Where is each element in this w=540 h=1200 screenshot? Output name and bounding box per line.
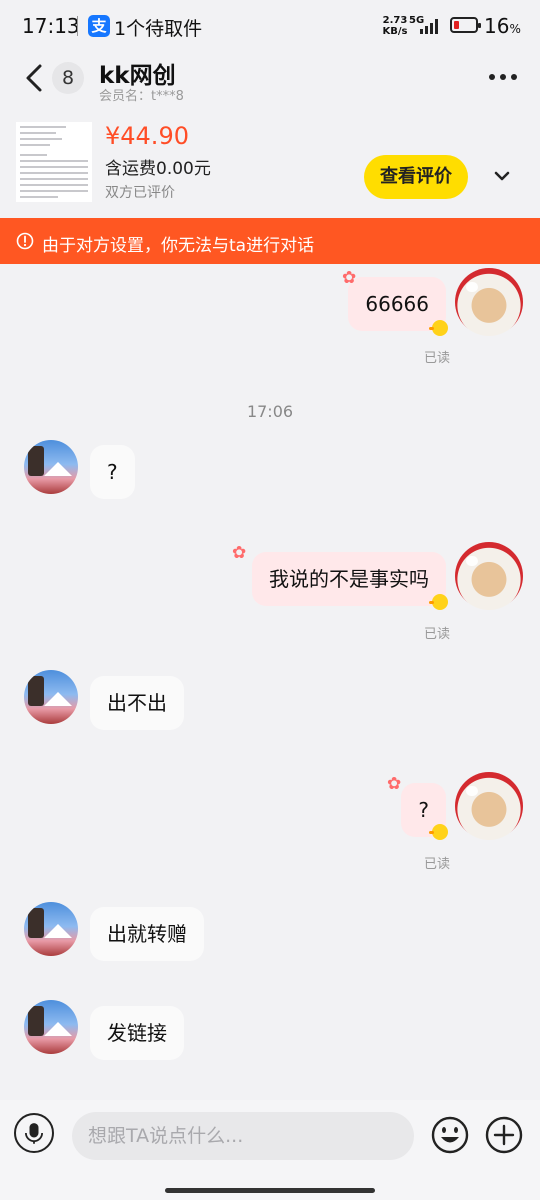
alert-icon [16,232,34,250]
back-arrow-icon[interactable] [20,62,50,94]
chevron-down-icon[interactable] [492,166,512,186]
product-card[interactable]: ¥44.90 含运费0.00元 双方已评价 查看评价 [0,108,540,218]
outgoing-message[interactable]: 我说的不是事实吗 [252,552,446,606]
flower-decoration-icon: ✿ [342,268,357,288]
chick-decoration-icon [429,320,448,336]
chat-header: 8 kk网创 会员名：t***8 [0,52,540,108]
more-options-icon[interactable] [480,62,526,92]
contact-avatar[interactable] [24,440,78,494]
flower-decoration-icon: ✿ [387,774,402,794]
chat-disabled-banner: 由于对方设置，你无法与ta进行对话 [0,218,540,264]
product-thumbnail[interactable] [16,122,92,202]
incoming-message[interactable]: 出不出 [90,676,184,730]
review-status: 双方已评价 [105,185,175,201]
message-input[interactable] [72,1112,414,1160]
member-name: 会员名：t***8 [99,89,184,104]
my-avatar[interactable] [455,542,523,610]
emoji-icon[interactable] [430,1115,470,1155]
incoming-message[interactable]: 发链接 [90,1006,184,1060]
battery-icon [450,17,481,33]
battery-unit: % [509,22,521,36]
chick-decoration-icon [429,824,448,840]
signal-icon [420,19,438,34]
read-status: 已读 [423,857,450,872]
contact-avatar[interactable] [24,670,78,724]
product-price: ¥44.90 [105,122,189,150]
status-divider [77,16,78,36]
network-speed: 2.73 KB/s [381,15,409,37]
status-bar: 17:13 支 1个待取件 2.73 KB/s 5G 16% [0,0,540,52]
my-avatar[interactable] [455,268,523,336]
time-separator: 17:06 [246,402,294,421]
add-attachment-icon[interactable] [484,1115,524,1155]
clock: 17:13 [22,14,80,38]
battery-percent: 16 [484,14,510,38]
unread-count-badge[interactable]: 8 [52,62,84,94]
chick-decoration-icon [429,594,448,610]
my-avatar[interactable] [455,772,523,840]
flower-decoration-icon: ✿ [232,543,247,563]
contact-avatar[interactable] [24,1000,78,1054]
battery-level: 16% [484,14,521,38]
banner-text: 由于对方设置，你无法与ta进行对话 [42,236,315,256]
read-status: 已读 [423,627,450,642]
network-speed-value: 2.73 [382,15,408,26]
shipping-fee: 含运费0.00元 [105,159,211,179]
microphone-icon[interactable] [14,1113,54,1153]
pickup-notice: 1个待取件 [114,18,203,40]
home-indicator[interactable] [165,1188,375,1193]
read-status: 已读 [423,351,450,366]
network-speed-unit: KB/s [382,26,408,37]
incoming-message[interactable]: 出就转赠 [90,907,204,961]
alipay-icon: 支 [88,15,110,37]
message-composer [0,1100,540,1200]
view-review-button[interactable]: 查看评价 [364,155,468,199]
incoming-message[interactable]: ? [90,445,135,499]
outgoing-message[interactable]: 66666 [348,277,446,331]
contact-avatar[interactable] [24,902,78,956]
